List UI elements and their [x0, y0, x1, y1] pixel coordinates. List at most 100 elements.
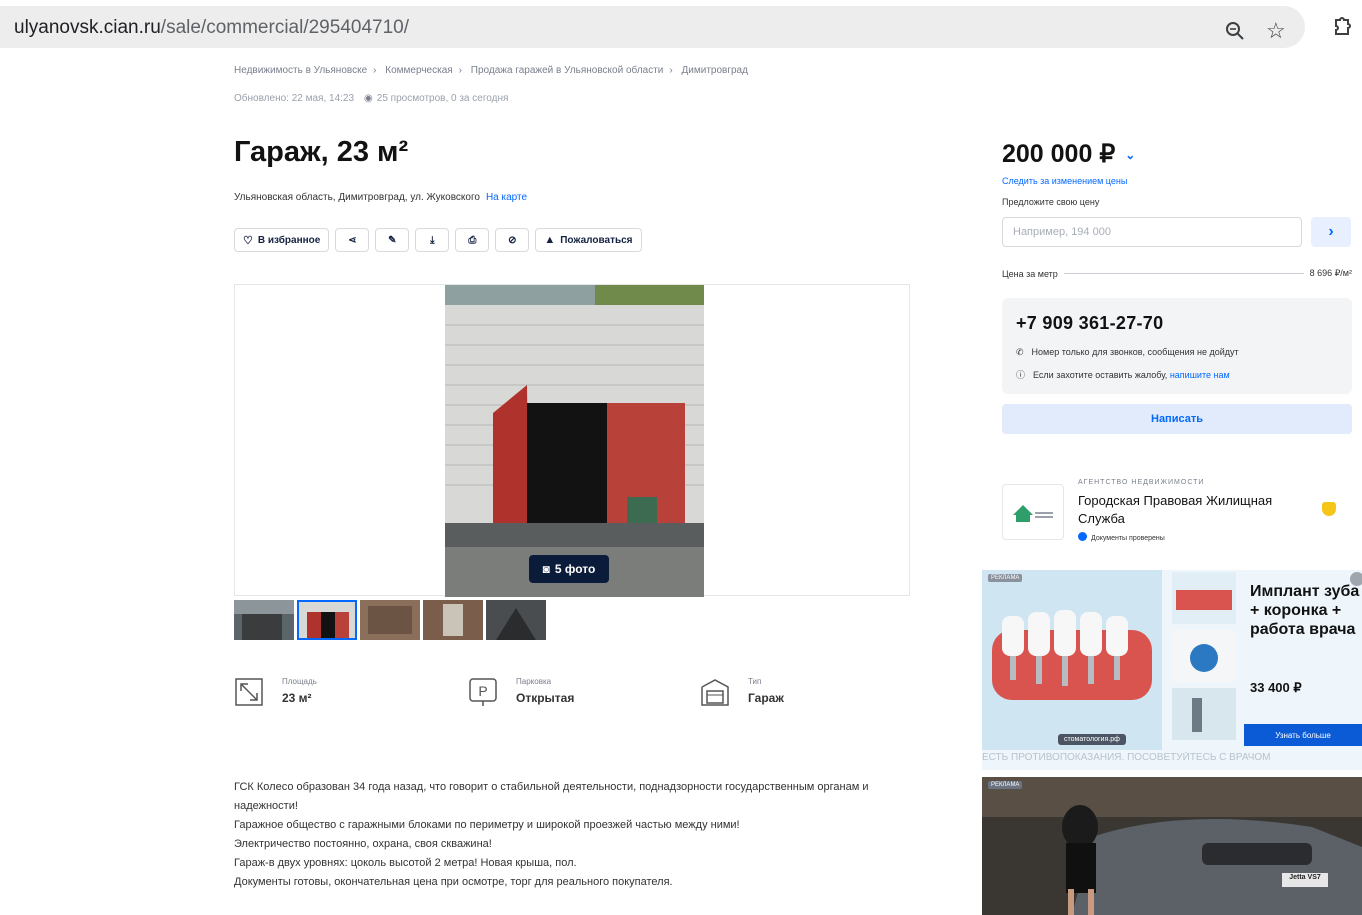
complaint-note: ⓘ Если захотите оставить жалобу, напишите…	[1016, 368, 1230, 381]
bookmark-star-icon[interactable]: ☆	[1266, 18, 1286, 44]
garage-photo-image	[445, 285, 704, 597]
browser-toolbar: ulyanovsk.cian.ru/sale/commercial/295404…	[0, 0, 1362, 56]
address-bar[interactable]: ulyanovsk.cian.ru/sale/commercial/295404…	[0, 6, 1305, 48]
svg-text:P: P	[478, 683, 487, 699]
offer-submit-button[interactable]: ›	[1311, 217, 1351, 247]
ad-label: РЕКЛАМА	[988, 574, 1023, 582]
price-per-meter: Цена за метр 8 696 ₽/м²	[1002, 268, 1352, 279]
ppm-value: 8 696 ₽/м²	[1309, 268, 1352, 278]
print-button[interactable]: ⎙	[455, 228, 490, 252]
dental-ad[interactable]: РЕКЛАМА Имплант зуба + коронка + работа …	[982, 570, 1362, 770]
contact-card: +7 909 361-27-70 ✆ Номер только для звонк…	[1002, 298, 1352, 394]
car-ad[interactable]: РЕКЛАМА Jetta VS7	[982, 777, 1362, 915]
download-button[interactable]: ⤓	[415, 228, 450, 252]
favorite-label: В избранное	[257, 234, 321, 246]
phone-note: ✆ Номер только для звонков, сообщения не …	[1016, 347, 1239, 358]
photo-gallery[interactable]: ◙ 5 фото	[234, 284, 910, 597]
thumbnail-strip	[234, 600, 546, 640]
phone-number[interactable]: +7 909 361-27-70	[1016, 313, 1163, 334]
description-line: Гаражное общество с гаражными блоками по…	[234, 819, 740, 831]
listing-address: Ульяновская область, Димитровград, ул. Ж…	[234, 192, 527, 203]
feature-parking: P Парковка Открытая	[468, 674, 574, 707]
thumbnail-image	[423, 600, 483, 640]
ad-headline: Имплант зуба + коронка + работа врача	[1250, 583, 1360, 638]
agency-card[interactable]: АГЕНТСТВО НЕДВИЖИМОСТИ Городская Правова…	[982, 462, 1362, 560]
feature-label: Тип	[748, 677, 762, 686]
extensions-puzzle-icon[interactable]	[1330, 14, 1354, 38]
description-line: Документы готовы, окончательная цена при…	[234, 876, 673, 888]
photo-count-button[interactable]: ◙ 5 фото	[529, 555, 609, 583]
listing-description: ГСК Колесо образован 34 года назад, что …	[234, 778, 934, 892]
car-ad-image	[982, 777, 1362, 915]
description-line: Электричество постоянно, охрана, своя ск…	[234, 838, 492, 850]
note-button[interactable]: ✎	[375, 228, 410, 252]
share-button[interactable]: ⋖	[335, 228, 370, 252]
description-line: Гараж-в двух уровнях: цоколь высотой 2 м…	[234, 857, 577, 869]
photo-count-label: 5 фото	[554, 562, 596, 576]
agency-logo	[1002, 484, 1064, 540]
complaint-link[interactable]: напишите нам	[1170, 370, 1230, 380]
write-button[interactable]: Написать	[1002, 404, 1352, 434]
garage-icon	[701, 679, 729, 706]
offer-price-input[interactable]	[1002, 217, 1302, 247]
agency-verified-text: Документы проверены	[1091, 535, 1165, 542]
thumbnail[interactable]	[423, 600, 483, 640]
breadcrumb-item[interactable]: Продажа гаражей в Ульяновской области	[471, 65, 664, 76]
breadcrumb-chevron-icon: ›	[669, 65, 673, 76]
heart-icon: ♡	[243, 234, 253, 247]
agency-name[interactable]: Городская Правовая Жилищная Служба	[1078, 492, 1318, 528]
ad-close-icon[interactable]	[1350, 572, 1362, 586]
award-badge-icon	[1322, 502, 1336, 516]
eye-icon: ◉	[364, 93, 373, 104]
url-path: /sale/commercial/295404710/	[160, 17, 409, 38]
thumbnail[interactable]	[486, 600, 546, 640]
area-icon	[235, 678, 263, 706]
address-text: Ульяновская область, Димитровград, ул. Ж…	[234, 192, 480, 203]
favorite-button[interactable]: ♡ В избранное	[234, 228, 330, 252]
thumbnail-image	[234, 600, 294, 640]
watch-price-link[interactable]: Следить за изменением цены	[1002, 176, 1127, 186]
ppm-label: Цена за метр	[1002, 268, 1058, 279]
price: 200 000 ₽ ⌄	[1002, 139, 1135, 169]
main-photo[interactable]	[445, 285, 704, 597]
camera-icon: ◙	[542, 562, 550, 576]
breadcrumb-item[interactable]: Димитровград	[682, 65, 748, 76]
ad-site-label: стоматология.рф	[1058, 734, 1126, 745]
price-value: 200 000 ₽	[1002, 140, 1116, 168]
chevron-down-icon[interactable]: ⌄	[1125, 148, 1135, 162]
ad-price: 33 400 ₽	[1250, 680, 1302, 695]
verified-check-icon	[1078, 532, 1087, 541]
info-icon: ⓘ	[1016, 370, 1026, 380]
action-bar: ♡ В избранное ⋖ ✎ ⤓ ⎙ ⊘ ▲ Пожаловаться	[234, 228, 642, 252]
teeth-ad-image	[982, 570, 1162, 750]
updated-date: Обновлено: 22 мая, 14:23	[234, 93, 355, 104]
thumbnail-image	[297, 600, 357, 640]
breadcrumb-chevron-icon: ›	[373, 65, 377, 76]
thumbnail[interactable]	[234, 600, 294, 640]
breadcrumb: Недвижимость в Ульяновске › Коммерческая ›…	[234, 65, 748, 76]
breadcrumb-item[interactable]: Коммерческая	[385, 65, 452, 76]
feature-label: Площадь	[282, 677, 317, 686]
ad-learn-more-button[interactable]: Узнать больше	[1244, 724, 1362, 746]
pencil-icon: ✎	[388, 234, 397, 246]
phone-note-text: Номер только для звонков, сообщения не д…	[1031, 347, 1239, 357]
zoom-icon[interactable]	[1224, 20, 1246, 42]
feature-label: Парковка	[516, 677, 552, 686]
thumbnail[interactable]	[297, 600, 357, 640]
parking-icon: P	[469, 678, 497, 706]
download-icon: ⤓	[430, 234, 435, 246]
listing-meta: Обновлено: 22 мая, 14:23 ◉ 25 просмотров, …	[234, 93, 508, 104]
thumbnail[interactable]	[360, 600, 420, 640]
feature-list: Площадь 23 м² P Парковка Открытая Тип Гараж	[234, 674, 914, 714]
breadcrumb-item[interactable]: Недвижимость в Ульяновске	[234, 65, 367, 76]
map-link[interactable]: На карте	[486, 192, 527, 203]
page-title: Гараж, 23 м²	[234, 136, 409, 168]
url-text[interactable]: ulyanovsk.cian.ru/sale/commercial/295404…	[14, 17, 409, 39]
eye-off-icon: ⊘	[508, 234, 517, 246]
offer-label: Предложите свою цену	[1002, 197, 1100, 207]
complaint-note-text: Если захотите оставить жалобу,	[1033, 370, 1168, 380]
complain-button[interactable]: ▲ Пожаловаться	[535, 228, 642, 252]
feature-area: Площадь 23 м²	[234, 674, 317, 707]
hide-button[interactable]: ⊘	[495, 228, 530, 252]
agency-verified: Документы проверены	[1078, 532, 1165, 542]
